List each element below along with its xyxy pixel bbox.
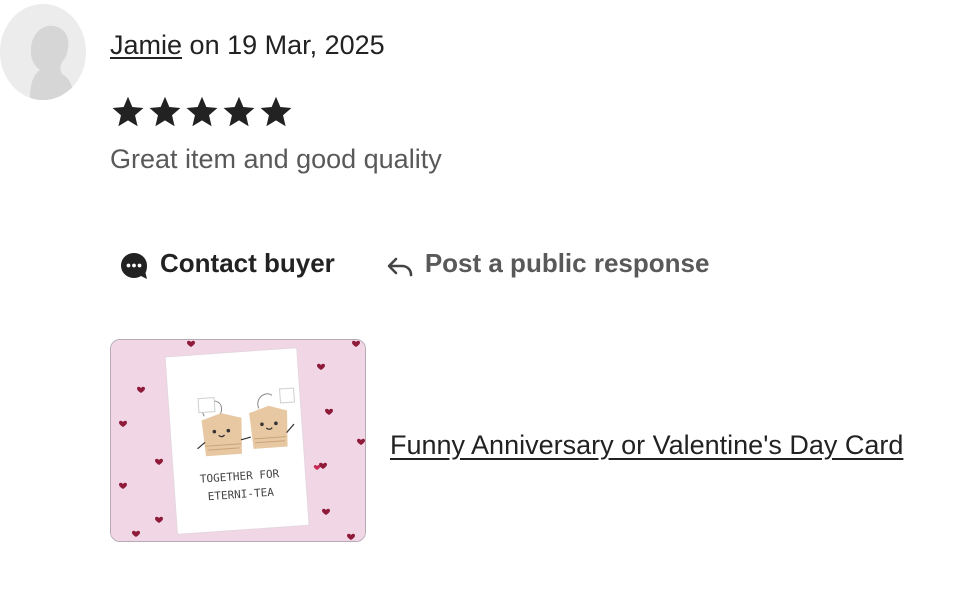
star-icon [149,96,181,127]
review-text: Great item and good quality [110,144,442,174]
star-icon [223,96,255,127]
reviewer-name-link[interactable]: Jamie [110,30,182,60]
review-date: on 19 Mar, 2025 [189,30,385,60]
listing-title-link[interactable]: Funny Anniversary or Valentine's Day Car… [390,428,903,462]
star-rating [110,94,294,130]
review-meta: Jamie on 19 Mar, 2025 [110,28,385,62]
reply-arrow-icon [387,257,413,277]
star-icon [260,96,292,127]
reviewer-avatar [0,4,86,100]
contact-buyer-button[interactable]: Contact buyer [118,244,335,282]
star-icon [186,96,218,127]
speech-bubble-icon [121,253,147,279]
contact-buyer-label: Contact buyer [160,247,335,278]
post-public-response-label: Post a public response [424,247,710,278]
post-public-response-button[interactable]: Post a public response [385,244,710,282]
star-icon [112,96,144,127]
review-actions: Contact buyer Post a public response [118,244,709,282]
listing-thumbnail[interactable]: TOGETHER FOR ETERNI-TEA [110,339,366,542]
